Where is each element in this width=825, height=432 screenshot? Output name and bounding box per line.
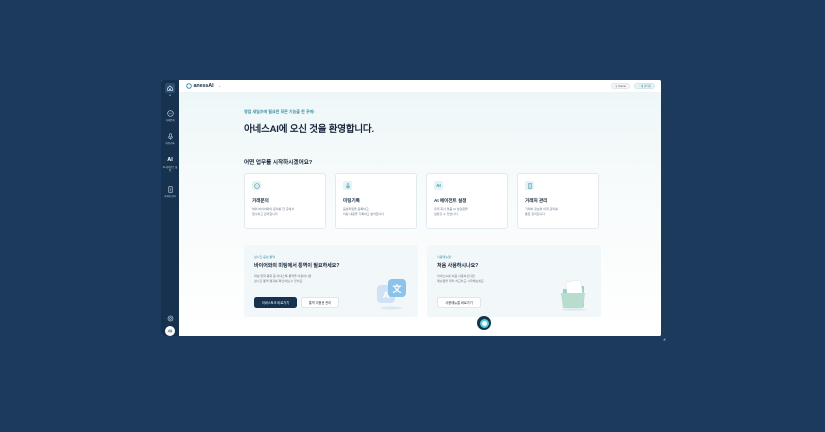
card-description: 거래처 정보와 이력 관리를 통합 관리합니다. [525, 207, 558, 217]
topbar: anessAI ⌄ ⚲ Starter ◔ 내 관리자 [179, 80, 661, 93]
chat-bubble-icon [252, 181, 261, 190]
sidebar-item-ai-agent[interactable]: AI AI 에이전트 설정 [161, 156, 179, 172]
promo-desc-line: 매뉴얼을 따라 차근차근 시작해보세요. [437, 279, 485, 283]
card-desc-line: 통합 관리합니다. [525, 211, 546, 216]
sidebar-item-label: 거래문의 [165, 118, 175, 122]
home-icon [165, 83, 175, 93]
topbar-actions: ⚲ Starter ◔ 내 관리자 [611, 83, 655, 89]
card-title: 미팅기록 [343, 198, 360, 203]
sidebar-item-meeting[interactable]: 미팅기록 [161, 132, 179, 145]
microphone-icon [343, 181, 352, 190]
settings-icon [166, 314, 174, 322]
main-content: 영업 새일즈에 필요한 모든 기능을 한 곳에! 아네스AI에 오신 것을 환영… [179, 93, 661, 336]
building-icon [166, 185, 174, 193]
card-description: 우리 회사 맞춤 AI 상담원을 설정할 수 있습니다. [434, 207, 468, 217]
sidebar-item-label: 미팅기록 [165, 141, 175, 145]
page-title: 아네스AI에 오신 것을 환영합니다. [244, 124, 374, 135]
key-icon: ⚲ [615, 84, 618, 88]
promo-title: 처음 사용하시나요? [437, 263, 479, 269]
promo-eyebrow: 사용매뉴얼 [437, 255, 451, 259]
promo-eyebrow: 실시간 음성 통역 [254, 255, 275, 259]
anesstalk-button[interactable]: 아네스토크 바로가기 [254, 297, 297, 308]
section-title: 어떤 업무를 시작하시겠어요? [244, 160, 313, 166]
microphone-icon [166, 132, 174, 140]
plan-badge[interactable]: ⚲ Starter [611, 83, 631, 89]
resize-grip-icon: ◢ [663, 337, 666, 341]
sidebar-item-label: 거래처 관리 [164, 194, 176, 198]
sidebar-item-inquiry[interactable]: 거래문의 [161, 109, 179, 122]
card-desc-line: 설정할 수 있습니다. [434, 211, 459, 216]
promo-description: 아네스AI를 처음 사용하신다면, 매뉴얼을 따라 차근차근 시작해보세요. [437, 274, 485, 284]
building-icon [525, 181, 534, 190]
manual-button[interactable]: 사용매뉴얼 바로가기 [437, 297, 481, 308]
promo-manual: 사용매뉴얼 처음 사용하시나요? 아네스AI를 처음 사용하신다면, 매뉴얼을 … [427, 245, 601, 317]
logo-text: anessAI [193, 83, 214, 89]
admin-button[interactable]: ◔ 내 관리자 [634, 83, 655, 89]
card-inquiry[interactable]: 거래문의 해외 바이어와의 문의를 한 곳에서 접수하고 관리합니다. [244, 173, 326, 229]
sidebar-item-home[interactable]: ● [161, 83, 179, 97]
svg-text:文: 文 [391, 283, 402, 295]
folder-icon [561, 279, 586, 311]
logo[interactable]: anessAI ⌄ [186, 83, 221, 89]
promo-desc-line: 실시간 통역 결과를 확인하실 수 있어요. [254, 279, 304, 283]
sidebar: ● 거래문의 미팅기록 AI AI 에이전트 설정 거래처 관리 사용 [161, 80, 179, 336]
active-dot: ● [169, 93, 171, 97]
sidebar-settings[interactable] [161, 314, 179, 322]
chat-bubble-icon [166, 109, 174, 117]
sidebar-item-clients[interactable]: 거래처 관리 [161, 185, 179, 198]
card-desc-line: 미팅 내용을 기록하고 분석합니다. [343, 211, 385, 216]
interpretation-pass-button[interactable]: 통역 이용권 관리 [301, 297, 339, 308]
card-ai-agent[interactable]: AI AI 에이전트 설정 우리 회사 맞춤 AI 상담원을 설정할 수 있습니… [426, 173, 508, 229]
card-description: 음성파일을 등록하고, 미팅 내용을 기록하고 분석합니다. [343, 207, 385, 217]
ai-icon: AI [434, 181, 443, 190]
avatar[interactable]: 사용 [165, 326, 175, 336]
card-description: 해외 바이어와의 문의를 한 곳에서 접수하고 관리합니다. [252, 207, 294, 217]
hero-eyebrow: 영업 새일즈에 필요한 모든 기능을 한 곳에! [244, 109, 315, 114]
app-window: ● 거래문의 미팅기록 AI AI 에이전트 설정 거래처 관리 사용 anes… [161, 80, 661, 336]
promo-interpretation: 실시간 음성 통역 바이어와의 미팅에서 통역이 필요하세요? 화상/전화 통화… [244, 245, 418, 317]
card-title: 거래문의 [252, 198, 269, 203]
chat-launcher-button[interactable] [477, 316, 491, 330]
card-title: 거래처 관리 [525, 198, 548, 203]
card-title: AI 에이전트 설정 [434, 198, 467, 203]
promo-title: 바이어와의 미팅에서 통역이 필요하세요? [254, 263, 340, 269]
chat-icon [479, 318, 489, 328]
card-clients[interactable]: 거래처 관리 거래처 정보와 이력 관리를 통합 관리합니다. [517, 173, 599, 229]
plan-label: Starter [618, 84, 627, 88]
sidebar-item-label: AI 에이전트 설정 [162, 165, 178, 172]
logo-mark-icon [186, 83, 192, 89]
ai-icon: AI [167, 157, 173, 163]
admin-label: 내 관리자 [640, 85, 651, 88]
translate-icon: A 文 [377, 279, 406, 310]
promo-description: 화상/전화 통화 중 아네스톡 통역을 이용하시면 실시간 통역 결과를 확인하… [254, 274, 311, 284]
chevron-down-icon[interactable]: ⌄ [218, 84, 221, 88]
user-icon: ◔ [638, 84, 640, 88]
card-meeting[interactable]: 미팅기록 음성파일을 등록하고, 미팅 내용을 기록하고 분석합니다. [335, 173, 417, 229]
card-desc-line: 접수하고 관리합니다. [252, 211, 279, 216]
